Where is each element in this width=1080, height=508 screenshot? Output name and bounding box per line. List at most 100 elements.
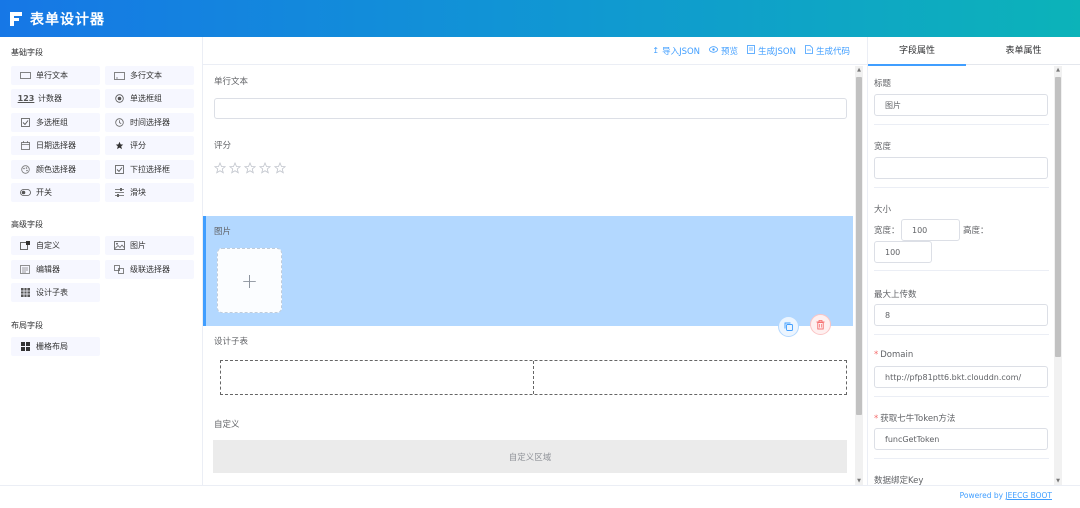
tab-field-label: 字段属性 bbox=[898, 46, 935, 56]
component-editor[interactable]: 编辑器 bbox=[11, 260, 100, 279]
checkbox-icon bbox=[19, 118, 31, 128]
prop-size-label: 大小 bbox=[874, 205, 892, 215]
component-label: 编辑器 bbox=[36, 265, 60, 274]
subtable-column[interactable] bbox=[221, 361, 534, 394]
canvas-scrollbar-thumb[interactable] bbox=[856, 77, 862, 415]
tab-form-properties[interactable]: 表单属性 bbox=[966, 37, 1080, 65]
star-icon[interactable] bbox=[214, 162, 226, 174]
component-time-picker[interactable]: 时间选择器 bbox=[105, 113, 194, 132]
component-image[interactable]: 图片 bbox=[105, 236, 194, 255]
star-icon[interactable] bbox=[259, 162, 271, 174]
scroll-down-icon[interactable]: ▼ bbox=[855, 477, 863, 485]
scroll-up-icon[interactable]: ▲ bbox=[855, 66, 863, 74]
generate-code-button[interactable]: 生成代码 bbox=[805, 45, 850, 57]
scroll-down-icon[interactable]: ▼ bbox=[1054, 477, 1062, 485]
prop-max-upload-value: 8 bbox=[885, 310, 891, 320]
properties-scrollbar[interactable]: ▲ ▼ bbox=[1054, 66, 1062, 485]
copy-field-button[interactable] bbox=[778, 316, 799, 337]
component-color-picker[interactable]: 颜色选择器 bbox=[11, 160, 100, 179]
custom-area-text: 自定义区域 bbox=[508, 452, 552, 463]
prop-divider bbox=[874, 270, 1049, 271]
generate-code-label: 生成代码 bbox=[815, 46, 850, 57]
prop-size-height-input[interactable]: 100 bbox=[874, 241, 932, 263]
star-icon[interactable] bbox=[274, 162, 286, 174]
prop-size-width-input[interactable]: 100 bbox=[901, 219, 960, 241]
table-icon bbox=[19, 288, 31, 298]
component-number[interactable]: 123 计数器 bbox=[11, 89, 100, 108]
scroll-up-icon[interactable]: ▲ bbox=[1054, 66, 1062, 74]
component-radio-group[interactable]: 单选框组 bbox=[105, 89, 194, 108]
prop-token-input[interactable]: funcGetToken bbox=[874, 428, 1048, 450]
star-icon bbox=[113, 141, 125, 151]
switch-icon bbox=[19, 188, 31, 198]
radio-icon bbox=[113, 94, 125, 104]
component-slider[interactable]: 滑块 bbox=[105, 183, 194, 202]
logo-icon bbox=[10, 11, 24, 26]
brand-link[interactable]: JEECG BOOT bbox=[1005, 491, 1052, 500]
prop-max-upload-input[interactable]: 8 bbox=[874, 304, 1048, 326]
advanced-fields-title: 高级字段 bbox=[11, 220, 43, 229]
cascader-icon bbox=[113, 265, 125, 275]
component-date-picker[interactable]: 日期选择器 bbox=[11, 136, 100, 155]
component-single-line-text[interactable]: 单行文本 bbox=[11, 66, 100, 85]
prop-token-label: * 获取七牛Token方法 bbox=[874, 412, 955, 424]
number-icon: 123 bbox=[17, 94, 35, 103]
canvas-scrollbar[interactable]: ▲ ▼ bbox=[855, 66, 863, 485]
page-footer: Powered by JEECG BOOT bbox=[0, 485, 1080, 508]
component-grid-layout[interactable]: 栅格布局 bbox=[11, 337, 100, 356]
required-mark: * bbox=[874, 350, 879, 360]
prop-key-label: 数据绑定Key bbox=[874, 476, 924, 485]
component-custom[interactable]: 自定义 bbox=[11, 236, 100, 255]
custom-area[interactable]: 自定义区域 bbox=[213, 440, 847, 473]
component-label: 时间选择器 bbox=[130, 118, 170, 127]
powered-by: Powered by JEECG BOOT bbox=[960, 491, 1052, 500]
component-label: 多行文本 bbox=[130, 71, 162, 80]
subtable-grid[interactable] bbox=[220, 360, 847, 395]
component-label: 自定义 bbox=[36, 241, 60, 250]
subtable-column[interactable] bbox=[534, 361, 846, 394]
app-header: 表单设计器 bbox=[0, 0, 1080, 37]
color-icon bbox=[19, 165, 31, 175]
star-icon[interactable] bbox=[229, 162, 241, 174]
generate-json-button[interactable]: 生成JSON bbox=[747, 45, 796, 57]
prop-domain-label-text: Domain bbox=[880, 350, 914, 360]
json-icon bbox=[747, 45, 755, 56]
rate-stars[interactable] bbox=[214, 162, 289, 174]
basic-fields-title: 基础字段 bbox=[11, 48, 43, 57]
form-designer-app: 表单设计器 基础字段 单行文本 多行文本 123 计数器 单选框组 多选框组 时… bbox=[0, 0, 1080, 508]
field-label-image: 图片 bbox=[214, 227, 232, 237]
delete-field-button[interactable] bbox=[810, 314, 831, 335]
prop-domain-input[interactable]: http://pfp81ptt6.bkt.clouddn.com/ bbox=[874, 366, 1048, 388]
selected-image-field[interactable]: 图片 + bbox=[203, 216, 853, 326]
component-cascader[interactable]: 级联选择器 bbox=[105, 260, 194, 279]
prop-divider bbox=[874, 124, 1049, 125]
input-icon bbox=[19, 71, 31, 81]
prop-width-input[interactable] bbox=[874, 157, 1048, 179]
document-icon bbox=[805, 45, 813, 56]
component-label: 滑块 bbox=[130, 188, 146, 197]
preview-button[interactable]: 预览 bbox=[709, 45, 738, 57]
prop-title-input[interactable]: 图片 bbox=[874, 94, 1048, 116]
component-label: 图片 bbox=[130, 241, 146, 250]
properties-scrollbar-thumb[interactable] bbox=[1055, 77, 1061, 357]
component-checkbox-group[interactable]: 多选框组 bbox=[11, 113, 100, 132]
image-upload-box[interactable]: + bbox=[217, 248, 282, 313]
field-label-custom: 自定义 bbox=[214, 420, 240, 430]
component-rate[interactable]: 评分 bbox=[105, 136, 194, 155]
design-area: ↥ 导入JSON 预览 生成JSON 生成代码 单行文本 评分 图片 + 设计子… bbox=[203, 37, 867, 485]
eye-icon bbox=[709, 46, 718, 55]
grid-icon bbox=[19, 342, 31, 352]
layout-fields-title: 布局字段 bbox=[11, 321, 43, 330]
component-select[interactable]: 下拉选择框 bbox=[105, 160, 194, 179]
single-line-text-input[interactable] bbox=[214, 98, 847, 119]
generate-json-label: 生成JSON bbox=[758, 46, 796, 57]
component-switch[interactable]: 开关 bbox=[11, 183, 100, 202]
app-title: 表单设计器 bbox=[30, 11, 105, 28]
tab-field-properties[interactable]: 字段属性 bbox=[868, 37, 966, 66]
import-json-button[interactable]: ↥ 导入JSON bbox=[652, 45, 700, 57]
component-label: 栅格布局 bbox=[36, 342, 68, 351]
prop-divider bbox=[874, 396, 1049, 397]
star-icon[interactable] bbox=[244, 162, 256, 174]
component-subtable[interactable]: 设计子表 bbox=[11, 283, 100, 302]
component-multi-line-text[interactable]: 多行文本 bbox=[105, 66, 194, 85]
